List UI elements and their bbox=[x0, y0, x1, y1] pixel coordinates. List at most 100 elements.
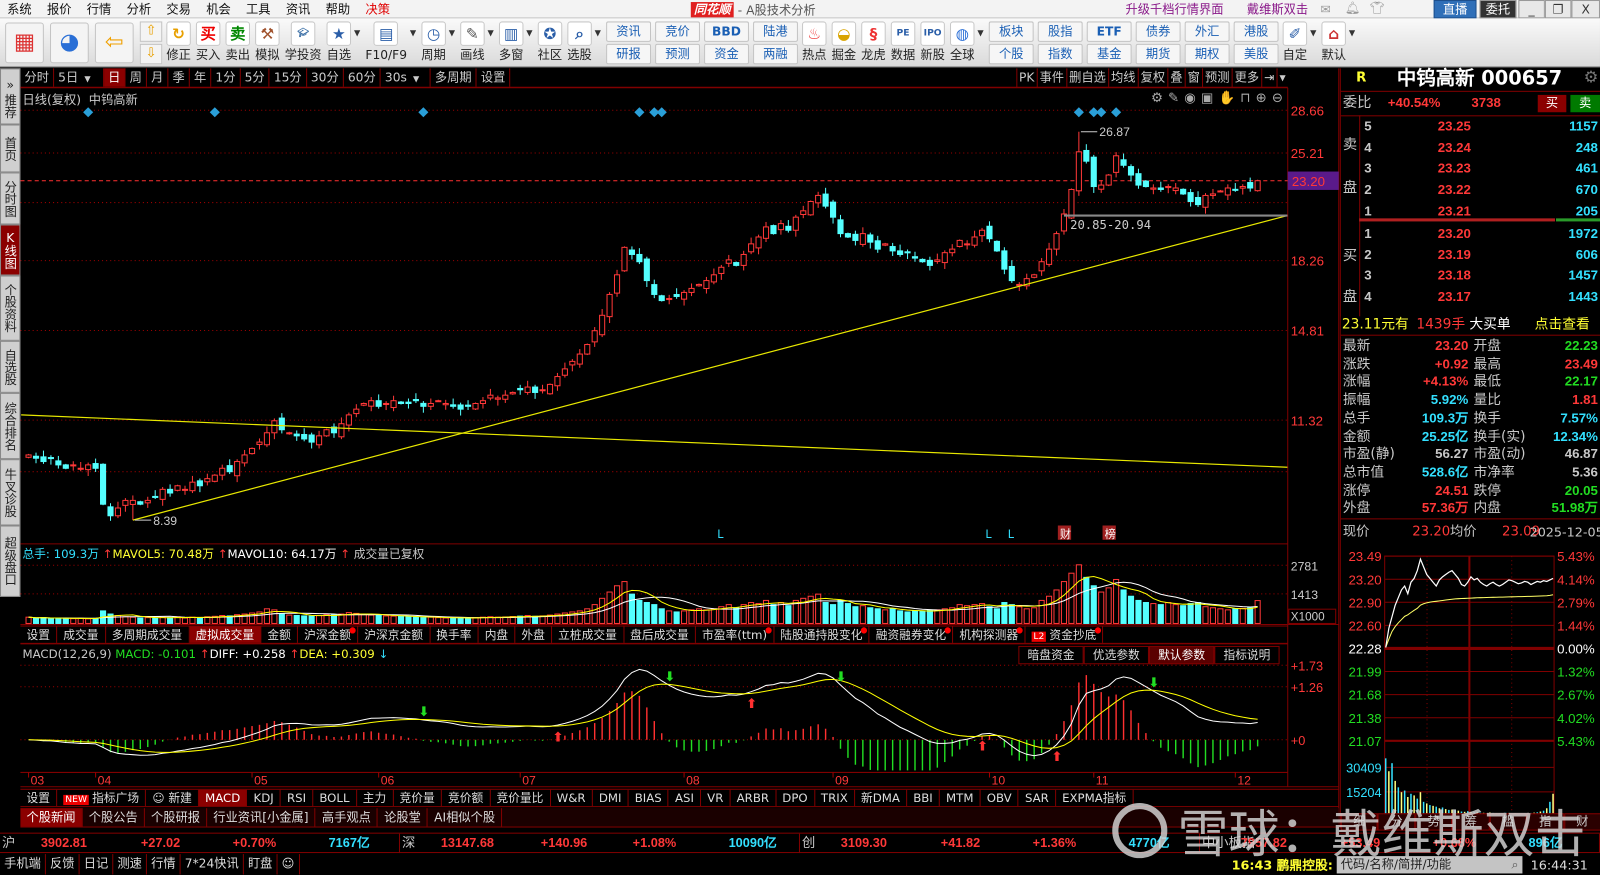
indicator-tab[interactable]: NEW 指标广场 bbox=[57, 789, 147, 807]
intraday-panel-button[interactable]: 指 bbox=[1526, 813, 1564, 831]
news-ticker[interactable]: 16:43 鹏鼎控股: bbox=[1232, 855, 1333, 874]
status-item[interactable]: 日记 bbox=[80, 854, 114, 875]
indicator-tab[interactable]: SAR bbox=[1019, 789, 1056, 807]
indicator-tab[interactable]: 设置 bbox=[20, 789, 58, 807]
indicator-tab[interactable]: BIAS bbox=[629, 789, 669, 807]
buy-button[interactable]: 买 bbox=[1537, 94, 1567, 113]
stat-label: 涨跌 bbox=[1342, 355, 1371, 373]
indicator-tab[interactable]: BOLL bbox=[313, 789, 357, 807]
status-item[interactable]: 反馈 bbox=[46, 854, 80, 875]
indicator-tab[interactable]: DMI bbox=[593, 789, 629, 807]
sell-button[interactable]: 卖 bbox=[1570, 94, 1600, 113]
macd-option-button[interactable]: 暗盘资金 bbox=[1018, 645, 1084, 665]
intraday-panel-button[interactable]: 筹 bbox=[1452, 813, 1490, 831]
volume-tab[interactable]: 设置 bbox=[20, 626, 58, 643]
indicator-tab[interactable]: W&R bbox=[551, 789, 593, 807]
status-item[interactable]: 盯盘 bbox=[244, 854, 278, 875]
bigorder-view-link[interactable]: 点击查看 bbox=[1535, 315, 1590, 333]
macd-option-button[interactable]: 默认参数 bbox=[1148, 645, 1215, 665]
search-icon[interactable]: ⌕ bbox=[1511, 856, 1518, 873]
indicator-tab[interactable]: 主力 bbox=[357, 789, 394, 807]
macd-option-button[interactable]: 优选参数 bbox=[1083, 645, 1149, 665]
candle bbox=[621, 246, 628, 272]
volume-tab[interactable]: 金额 bbox=[261, 626, 298, 643]
news-tab[interactable]: 个股新闻 bbox=[20, 808, 83, 827]
candle bbox=[316, 430, 323, 449]
eye-icon[interactable]: ◉ bbox=[1184, 91, 1196, 106]
indicator-tab[interactable]: KDJ bbox=[247, 789, 281, 807]
settings-icon[interactable]: ⚙ bbox=[1151, 91, 1163, 106]
volume-tab[interactable]: 外盘 bbox=[515, 626, 553, 643]
volume-tab[interactable]: 内盘 bbox=[479, 626, 516, 643]
volume-tab[interactable]: 盘后成交量 bbox=[624, 626, 696, 643]
indicator-tab[interactable]: 新DMA bbox=[855, 789, 908, 807]
volume-bar bbox=[1008, 604, 1015, 624]
search-input[interactable]: 代码/名称/简拼/功能 ⌕ bbox=[1336, 856, 1523, 874]
stat-value: 23.49 bbox=[1564, 355, 1598, 372]
volume-tab[interactable]: 多周期成交量 bbox=[106, 626, 190, 643]
indicator-tab[interactable]: VR bbox=[701, 789, 731, 807]
candle bbox=[1113, 152, 1120, 178]
indicator-tab[interactable]: EXPMA指标 bbox=[1056, 789, 1134, 807]
volume-tab[interactable]: 陆股通持股变化 ● bbox=[774, 626, 870, 643]
index-ticker[interactable]: 沪 3902.81 +27.02 +0.70% 7167亿 bbox=[0, 833, 400, 854]
news-tab[interactable]: 行业资讯[小金属] bbox=[207, 808, 316, 827]
buy-sell-ratio-bar bbox=[1359, 218, 1600, 222]
gear-icon[interactable]: ⚙ bbox=[1584, 68, 1599, 86]
index-ticker[interactable]: 中小板指 7957.82 +53.49 +0.68% 896亿 bbox=[1200, 833, 1600, 854]
lock-icon[interactable]: ⊓ bbox=[1240, 91, 1250, 106]
indicator-tab[interactable]: MTM bbox=[940, 789, 981, 807]
status-item[interactable]: 手机端 bbox=[0, 854, 46, 875]
volume-tab[interactable]: 换手率 bbox=[430, 626, 479, 643]
volume-tab[interactable]: 融资融券变化 ● bbox=[870, 626, 954, 643]
index-ticker[interactable]: 深 13147.68 +140.96 +1.08% 10090亿 bbox=[400, 833, 800, 854]
intraday-panel-button[interactable]: 细 bbox=[1340, 813, 1378, 831]
news-tab[interactable]: AI相似个股 bbox=[428, 808, 503, 827]
news-tab[interactable]: 个股研报 bbox=[145, 808, 208, 827]
macd-option-button[interactable]: 指标说明 bbox=[1214, 645, 1280, 665]
macd-tick-label: +0 bbox=[1291, 733, 1306, 748]
volume-tab[interactable]: 成交量 bbox=[57, 626, 106, 643]
status-item[interactable]: 行情 bbox=[147, 854, 181, 875]
indicator-tab[interactable]: TRIX bbox=[815, 789, 855, 807]
robot-icon[interactable]: ☺ bbox=[278, 854, 300, 875]
news-tab[interactable]: 论股堂 bbox=[378, 808, 429, 827]
indicator-tab[interactable]: MACD bbox=[198, 789, 248, 807]
macd-tick-label: +1.26 bbox=[1291, 680, 1323, 695]
intraday-panel-button[interactable]: 财 bbox=[1563, 813, 1600, 831]
news-tab[interactable]: 高手观点 bbox=[316, 808, 378, 827]
volume-tab[interactable]: 市盈率(ttm) ● bbox=[696, 626, 775, 643]
up-arrow-icon: ↑ bbox=[199, 646, 210, 662]
hand-pan-icon[interactable]: ✋ bbox=[1219, 91, 1236, 106]
indicator-tab[interactable]: 竞价量比 bbox=[490, 789, 551, 807]
candle-body bbox=[740, 253, 747, 266]
status-item[interactable]: 7*24快讯 bbox=[181, 854, 244, 875]
zoom-out-icon[interactable]: ⊖ bbox=[1272, 91, 1283, 106]
status-item[interactable]: 测速 bbox=[113, 854, 148, 875]
volume-tab[interactable]: 虚拟成交量 bbox=[189, 626, 262, 643]
zoom-in-icon[interactable]: ⊕ bbox=[1256, 91, 1267, 106]
indicator-tab[interactable]: ☺ 新建 bbox=[146, 789, 199, 807]
indicator-tab[interactable]: BBI bbox=[907, 789, 940, 807]
toolbox-icon[interactable]: ▣ bbox=[1201, 91, 1214, 106]
indicator-tab[interactable]: ASI bbox=[669, 789, 702, 807]
indicator-tab[interactable]: DPO bbox=[776, 789, 815, 807]
indicator-tab[interactable]: 竞价量 bbox=[393, 789, 442, 807]
volume-tab[interactable]: 机构探测器 ● bbox=[953, 626, 1026, 643]
date-label: 06 bbox=[381, 774, 395, 788]
candle bbox=[964, 240, 971, 250]
index-ticker[interactable]: 创 3109.30 +41.82 +1.36% 4770亿 bbox=[800, 833, 1200, 854]
volume-tab[interactable]: 沪深金额 ● bbox=[298, 626, 359, 643]
volume-tab[interactable]: L2 资金抄底 ● bbox=[1025, 626, 1104, 643]
indicator-tab[interactable]: 竞价额 bbox=[442, 789, 491, 807]
intraday-panel-button[interactable]: 槛 bbox=[1489, 813, 1527, 831]
news-tab[interactable]: 个股公告 bbox=[83, 808, 145, 827]
feather-draw-icon[interactable]: ✎ bbox=[1168, 91, 1179, 106]
volume-tab[interactable]: 立桩成交量 bbox=[552, 626, 624, 643]
indicator-tab[interactable]: RSI bbox=[281, 789, 314, 807]
intraday-panel-button[interactable]: 分 bbox=[1377, 813, 1416, 831]
indicator-tab[interactable]: OBV bbox=[981, 789, 1019, 807]
volume-tab[interactable]: 沪深京金额 bbox=[358, 626, 431, 643]
indicator-tab[interactable]: ARBR bbox=[731, 789, 777, 807]
intraday-panel-button[interactable]: 势 bbox=[1415, 813, 1453, 831]
